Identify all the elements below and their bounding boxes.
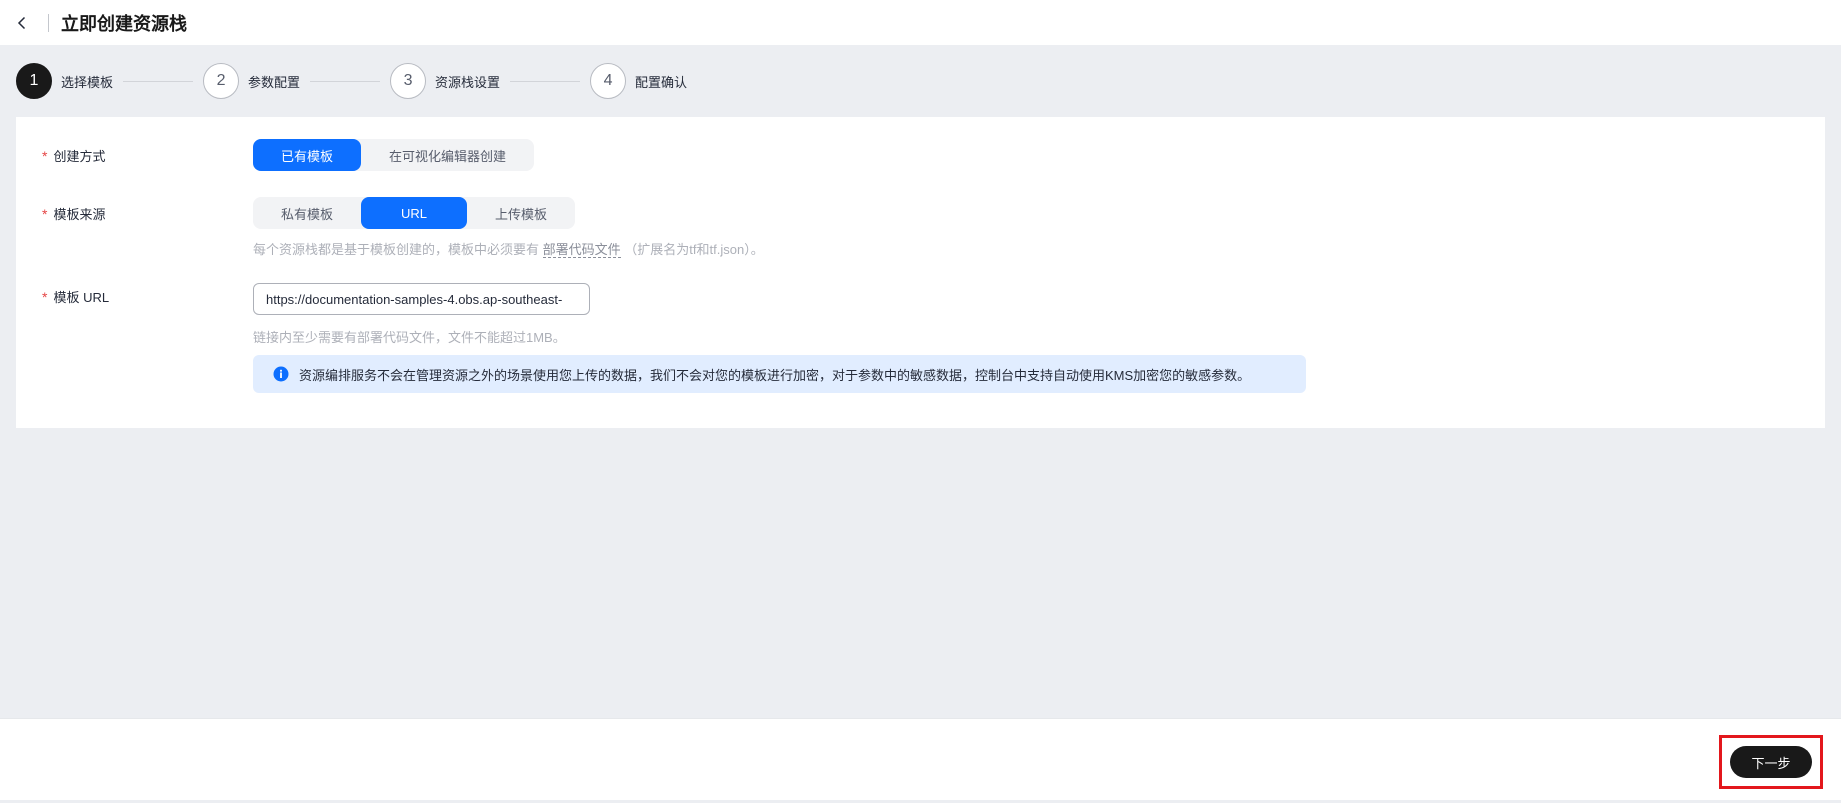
- info-icon: [273, 366, 289, 382]
- footer-bar: 下一步: [0, 718, 1841, 803]
- creation-method-toggle: 已有模板 在可视化编辑器创建: [253, 139, 535, 171]
- deploy-code-file-link[interactable]: 部署代码文件: [542, 242, 621, 258]
- step-4: 4 配置确认: [590, 63, 687, 99]
- step-label: 选择模板: [61, 74, 114, 90]
- step-label: 参数配置: [248, 74, 301, 90]
- template-url-input[interactable]: [253, 283, 590, 315]
- step-indicator: 1 选择模板 2 参数配置 3 资源栈设置 4 配置确认: [16, 62, 687, 100]
- creation-method-label-text: 创建方式: [53, 149, 106, 164]
- hint-prefix: 每个资源栈都是基于模板创建的，模板中必须要有: [253, 242, 540, 257]
- template-source-label: * 模板来源: [42, 204, 105, 223]
- template-source-hint: 每个资源栈都是基于模板创建的，模板中必须要有 部署代码文件 （扩展名为tf和tf…: [253, 239, 764, 258]
- next-button-highlight: 下一步: [1719, 735, 1823, 789]
- step-3: 3 资源栈设置: [390, 63, 500, 99]
- private-template-option[interactable]: 私有模板: [253, 197, 361, 229]
- step-number: 2: [203, 63, 240, 99]
- info-alert: 资源编排服务不会在管理资源之外的场景使用您上传的数据，我们不会对您的模板进行加密…: [253, 355, 1306, 393]
- step-label: 配置确认: [635, 74, 688, 90]
- template-url-label-text: 模板 URL: [53, 290, 110, 305]
- form-card: * 创建方式 已有模板 在可视化编辑器创建 * 模板来源 私有模板 URL 上传…: [16, 117, 1825, 428]
- next-step-button[interactable]: 下一步: [1730, 746, 1812, 778]
- upload-template-option[interactable]: 上传模板: [467, 197, 575, 229]
- header-divider: [48, 13, 49, 32]
- required-marker: *: [42, 288, 48, 305]
- required-marker: *: [42, 205, 48, 222]
- step-connector: [510, 80, 581, 82]
- step-connector: [310, 80, 381, 82]
- step-number: 4: [590, 63, 627, 99]
- chevron-left-icon: [15, 16, 29, 30]
- page-header: 立即创建资源栈: [0, 0, 1841, 45]
- creation-method-label: * 创建方式: [42, 146, 105, 165]
- back-button[interactable]: [4, 5, 40, 41]
- info-message: 资源编排服务不会在管理资源之外的场景使用您上传的数据，我们不会对您的模板进行加密…: [299, 367, 1251, 383]
- template-url-hint: 链接内至少需要有部署代码文件，文件不能超过1MB。: [253, 330, 566, 345]
- step-1: 1 选择模板: [16, 63, 113, 99]
- step-number: 3: [390, 63, 427, 99]
- step-2: 2 参数配置: [203, 63, 300, 99]
- step-label: 资源栈设置: [435, 74, 501, 90]
- step-number: 1: [16, 63, 52, 99]
- template-url-label: * 模板 URL: [42, 287, 109, 306]
- url-option[interactable]: URL: [361, 197, 468, 229]
- step-connector: [123, 80, 194, 82]
- visual-editor-option[interactable]: 在可视化编辑器创建: [361, 139, 534, 171]
- template-source-toggle: 私有模板 URL 上传模板: [253, 197, 576, 229]
- template-source-label-text: 模板来源: [53, 207, 106, 222]
- existing-template-option[interactable]: 已有模板: [253, 139, 362, 171]
- required-marker: *: [42, 147, 48, 164]
- hint-suffix: （扩展名为tf和tf.json）。: [624, 242, 764, 257]
- page-title: 立即创建资源栈: [61, 13, 187, 34]
